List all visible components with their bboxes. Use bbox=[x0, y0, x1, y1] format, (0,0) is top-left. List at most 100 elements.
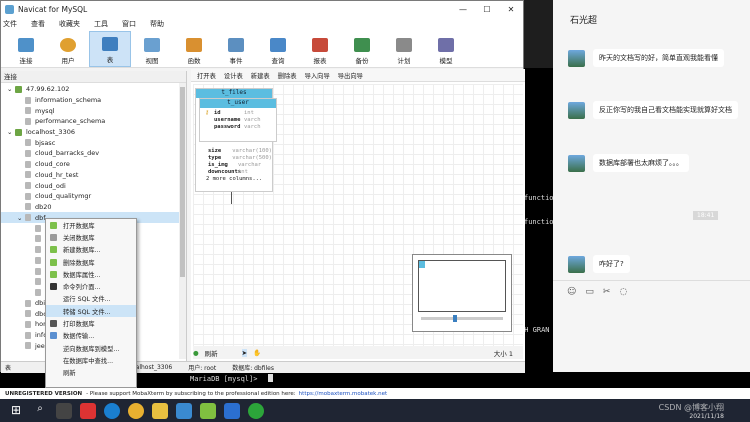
tree-item-label: dbf bbox=[35, 213, 46, 222]
tree-item[interactable]: cloud_core bbox=[1, 159, 186, 170]
design-table-button[interactable]: 设计表 bbox=[224, 71, 243, 80]
store-icon[interactable] bbox=[176, 402, 192, 419]
expand-chevron-icon[interactable]: ⌄ bbox=[7, 85, 15, 93]
window-title: Navicat for MySQL bbox=[18, 5, 88, 14]
tree-item[interactable]: cloud_barracks_dev bbox=[1, 148, 186, 159]
search-icon[interactable]: ⌕ bbox=[32, 403, 48, 419]
menu-tools[interactable]: 工具 bbox=[94, 19, 108, 29]
toolbar-function-button[interactable]: 函数 bbox=[173, 31, 215, 67]
context-menu-item[interactable]: 刷新 bbox=[46, 367, 136, 379]
toolbar-backup-button[interactable]: 备份 bbox=[341, 31, 383, 67]
chat-bubble-icon[interactable]: ◌ bbox=[619, 287, 627, 297]
tree-connection[interactable]: ⌄ localhost_3306 bbox=[1, 127, 186, 138]
edge-icon[interactable] bbox=[104, 402, 120, 419]
chat-divider bbox=[553, 280, 750, 281]
emoji-icon[interactable]: ☺ bbox=[567, 287, 576, 297]
tree-item[interactable]: cloud_hr_test bbox=[1, 170, 186, 181]
toolbar-table-button[interactable]: 表 bbox=[89, 31, 131, 67]
tree-item[interactable]: performance_schema bbox=[1, 116, 186, 127]
wechat-work-icon[interactable] bbox=[224, 402, 240, 419]
toolbar-report-button[interactable]: 报表 bbox=[299, 31, 341, 67]
entity-t-user[interactable]: t_user ⚷ id int username varch password varch bbox=[199, 98, 277, 142]
context-menu-item[interactable]: 数据库属性... bbox=[46, 268, 136, 280]
export-wizard-button[interactable]: 导出向导 bbox=[338, 71, 363, 80]
pointer-tool-icon[interactable]: ➤ bbox=[241, 348, 248, 357]
menu-view[interactable]: 查看 bbox=[31, 19, 45, 29]
zoom-slider[interactable] bbox=[421, 315, 503, 322]
tree-connection[interactable]: ⌄ 47.99.62.102 bbox=[1, 84, 186, 95]
wechat-icon[interactable] bbox=[248, 402, 264, 419]
toolbar-connect-button[interactable]: 连接 bbox=[5, 31, 47, 67]
context-menu-item[interactable]: 关闭数据库 bbox=[46, 231, 136, 243]
windows-start-icon[interactable]: ⊞ bbox=[8, 403, 24, 419]
tree-item[interactable]: mysql bbox=[1, 105, 186, 116]
avatar[interactable] bbox=[568, 154, 585, 172]
context-menu-item[interactable]: 新建数据库... bbox=[46, 244, 136, 256]
print-icon bbox=[50, 320, 57, 328]
avatar[interactable] bbox=[568, 101, 585, 119]
scissors-icon[interactable]: ✂ bbox=[603, 287, 611, 297]
toolbar-event-button[interactable]: 事件 bbox=[215, 31, 257, 67]
maximize-button[interactable]: ☐ bbox=[475, 5, 499, 14]
tree-scrollbar-thumb[interactable] bbox=[180, 87, 185, 277]
tree-item[interactable]: bjsasc bbox=[1, 137, 186, 148]
menu-file[interactable]: 文件 bbox=[3, 19, 17, 29]
new-table-button[interactable]: 新建表 bbox=[251, 71, 270, 80]
navicat-taskbar-icon[interactable] bbox=[200, 402, 216, 419]
er-diagram-canvas[interactable]: t_files size varchar(100) type varchar(500)… bbox=[193, 84, 523, 346]
tree-item[interactable]: information_schema bbox=[1, 95, 186, 106]
mobaxterm-link[interactable]: https://mobaxterm.mobatek.net bbox=[299, 391, 387, 397]
context-menu-item[interactable]: 在数据库中查找... bbox=[46, 354, 136, 366]
database-icon bbox=[25, 160, 31, 168]
toolbar-view-button[interactable]: 视图 bbox=[131, 31, 173, 67]
minimize-button[interactable]: — bbox=[451, 5, 475, 14]
toolbar-user-button[interactable]: 用户 bbox=[47, 31, 89, 67]
database-icon bbox=[25, 149, 31, 157]
menu-help[interactable]: 帮助 bbox=[150, 19, 164, 29]
context-menu-item[interactable]: 运行 SQL 文件... bbox=[46, 293, 136, 305]
folder-icon[interactable]: ▭ bbox=[585, 287, 594, 297]
avatar[interactable] bbox=[568, 49, 585, 67]
chrome-icon[interactable] bbox=[128, 402, 144, 419]
tree-scrollbar[interactable] bbox=[179, 83, 186, 359]
context-menu-item[interactable]: 数据传输... bbox=[46, 330, 136, 342]
context-menu-item[interactable]: 转储 SQL 文件... bbox=[46, 305, 136, 318]
import-wizard-button[interactable]: 导入向导 bbox=[305, 71, 330, 80]
context-menu-item[interactable]: 逆向数据库到模型... bbox=[46, 342, 136, 354]
open-table-button[interactable]: 打开表 bbox=[197, 71, 216, 80]
taskbar-clock[interactable]: CSDN @博客小翔 2021/11/18 bbox=[659, 402, 724, 420]
context-menu-item[interactable]: 命令列介面... bbox=[46, 280, 136, 292]
menu-window[interactable]: 窗口 bbox=[122, 19, 136, 29]
tree-item[interactable]: cloud_odi bbox=[1, 180, 186, 191]
toolbar-model-button[interactable]: 模型 bbox=[425, 31, 467, 67]
server-icon bbox=[15, 85, 22, 93]
toolbar-query-button[interactable]: 查询 bbox=[257, 31, 299, 67]
overview-panel[interactable] bbox=[412, 254, 512, 332]
context-menu-item[interactable]: 打印数据库 bbox=[46, 317, 136, 329]
menu-favorites[interactable]: 收藏夹 bbox=[59, 19, 80, 29]
toolbar-schedule-button[interactable]: 计划 bbox=[383, 31, 425, 67]
refresh-icon[interactable]: ● bbox=[193, 349, 199, 357]
windows-taskbar: ⊞ ⌕ CSDN @博客小翔 2021/11/18 bbox=[0, 399, 750, 422]
hand-tool-icon[interactable]: ✋ bbox=[253, 349, 261, 357]
expand-chevron-icon[interactable]: ⌄ bbox=[17, 214, 25, 222]
task-view-icon[interactable] bbox=[56, 402, 72, 419]
close-button[interactable]: ✕ bbox=[499, 5, 523, 14]
expand-chevron-icon[interactable]: ⌄ bbox=[7, 128, 15, 136]
avatar[interactable] bbox=[568, 255, 585, 273]
tree-item[interactable]: cloud_qualitymgr bbox=[1, 191, 186, 202]
chat-window: 石光超 昨天的文档写的好，简单直观我能看懂 反正你写的我自己看文档能实现就算好文… bbox=[553, 0, 750, 372]
file-explorer-icon[interactable] bbox=[152, 402, 168, 419]
refresh-button[interactable]: 刷新 bbox=[205, 348, 218, 358]
delete-table-button[interactable]: 删除表 bbox=[278, 71, 297, 80]
chat-input-area[interactable] bbox=[553, 300, 750, 372]
context-menu-item[interactable]: 打开数据库 bbox=[46, 219, 136, 231]
context-menu-item[interactable]: 删除数据库 bbox=[46, 256, 136, 268]
wps-icon[interactable] bbox=[80, 402, 96, 419]
tree-item-label: db20 bbox=[35, 202, 52, 211]
zoom-slider-thumb[interactable] bbox=[453, 315, 457, 322]
status-user: 用户: root bbox=[188, 365, 217, 372]
tree-item[interactable]: db20 bbox=[1, 202, 186, 213]
overview-viewport[interactable] bbox=[419, 261, 425, 268]
entity-more-columns: 2 more columns... bbox=[206, 176, 263, 182]
